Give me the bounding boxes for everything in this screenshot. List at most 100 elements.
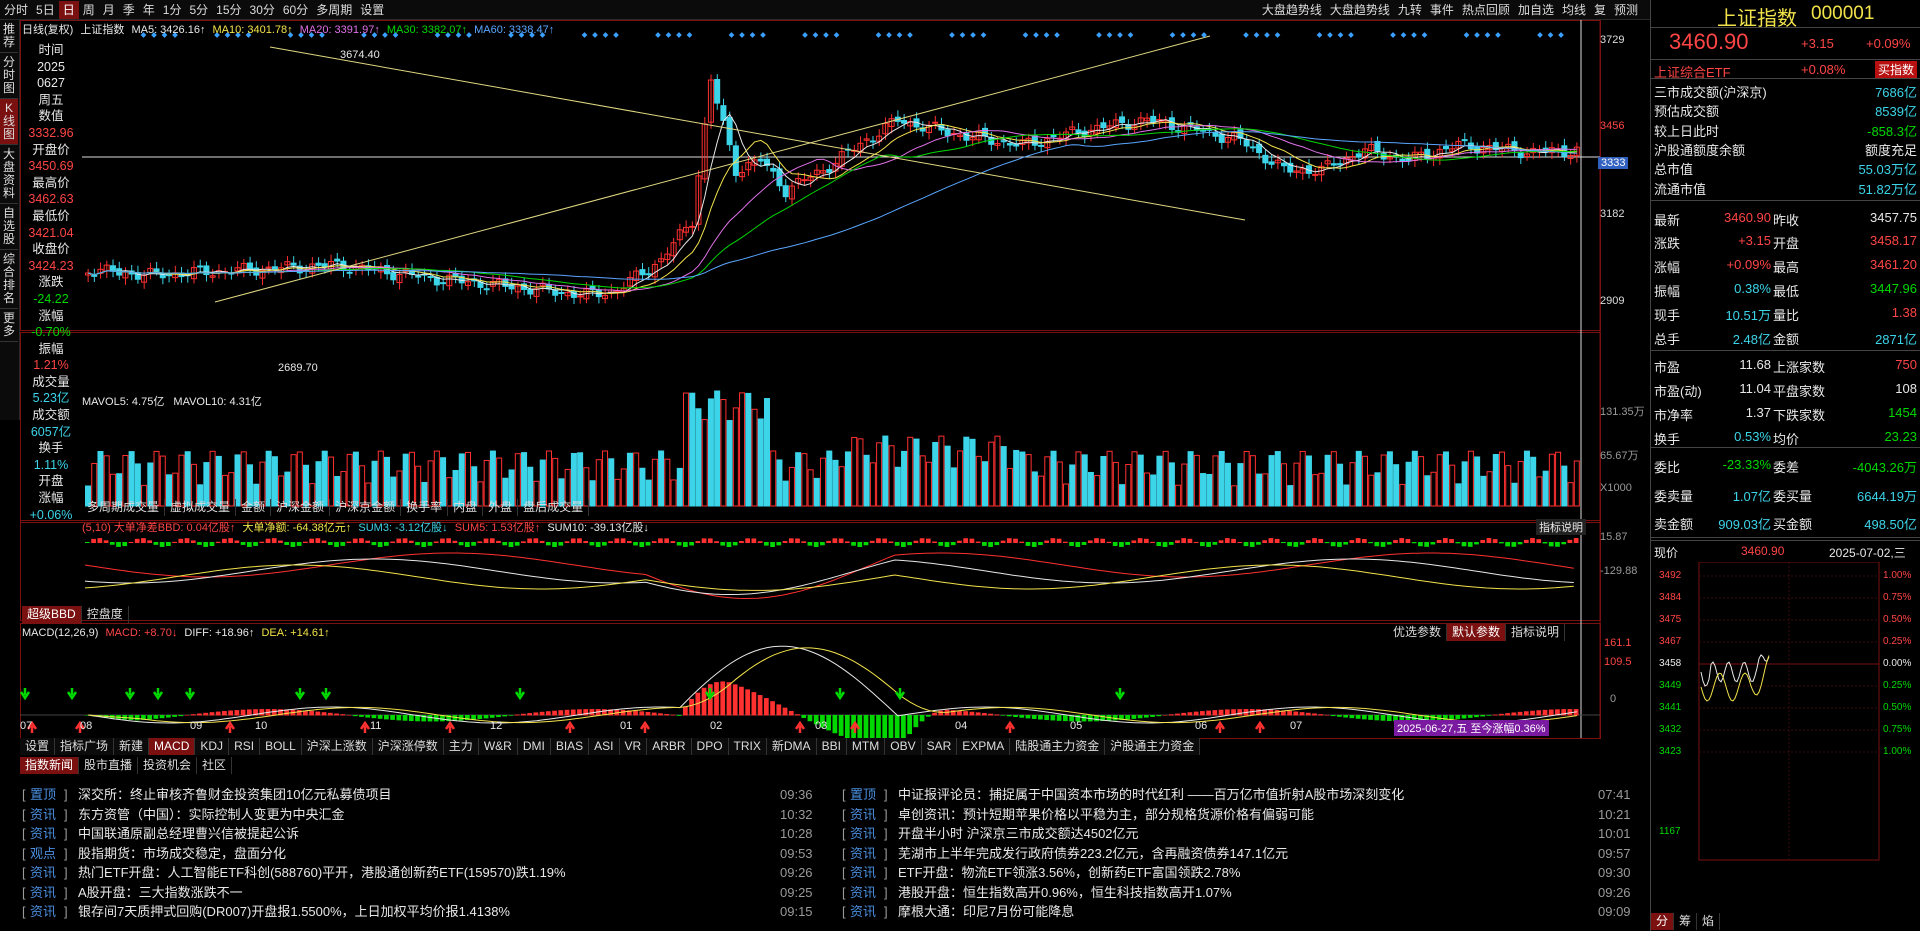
news-title[interactable]: 股指期货：市场成交稳定，盘面分化 <box>78 844 286 864</box>
left-nav-item[interactable]: 自选股 <box>0 204 18 250</box>
toolbar-button[interactable]: 均线 <box>1558 1 1590 19</box>
left-nav-item[interactable]: 更多 <box>0 309 18 342</box>
bbd-tab[interactable]: 超级BBD <box>22 606 82 623</box>
indicator-tab[interactable]: MTM <box>847 738 886 755</box>
period-tab[interactable]: 30分 <box>246 1 279 19</box>
volume-tab[interactable]: 虚拟成交量 <box>165 499 237 516</box>
volume-tab[interactable]: 沪深金额 <box>271 499 331 516</box>
news-title[interactable]: ETF开盘：物流ETF领涨3.56%，创新药ETF富国领跌2.78% <box>898 863 1240 883</box>
indicator-tab[interactable]: 沪股通主力资金 <box>1105 738 1201 755</box>
etf-row[interactable]: 上证综合ETF +0.08% 买指数 <box>1651 59 1920 81</box>
toolbar-button[interactable]: 复 <box>1590 1 1610 19</box>
indicator-tab[interactable]: OBV <box>885 738 922 755</box>
period-tab[interactable]: 15分 <box>212 1 245 19</box>
volume-tab[interactable]: 沪深京金额 <box>330 499 402 516</box>
news-title[interactable]: 中证报评论员：捕捉属于中国资本市场的时代红利 ——百万亿市值折射A股市场深刻变化 <box>898 785 1404 805</box>
volume-tab[interactable]: 内盘 <box>448 499 484 516</box>
indicator-tab[interactable]: SAR <box>922 738 958 755</box>
period-tab[interactable]: 月 <box>99 1 119 19</box>
period-tab[interactable]: 日 <box>58 0 79 19</box>
indicator-tab[interactable]: 沪深涨停数 <box>373 738 444 755</box>
bbd-help-button[interactable]: 指标说明 <box>1536 519 1586 535</box>
etf-name[interactable]: 上证综合ETF <box>1654 62 1731 81</box>
indicator-tab[interactable]: 新DMA <box>767 738 817 755</box>
news-item[interactable]: 资讯 [] 摩根大通：印尼7月份可能降息 09:09 <box>842 902 1648 922</box>
indicator-tab[interactable]: BBI <box>817 738 847 755</box>
news-title[interactable]: 摩根大通：印尼7月份可能降息 <box>898 902 1074 922</box>
volume-tab[interactable]: 换手率 <box>401 499 449 516</box>
mini-tab[interactable]: 焰 <box>1697 913 1721 930</box>
indicator-tab[interactable]: TRIX <box>729 738 767 755</box>
indicator-tab[interactable]: DPO <box>692 738 729 755</box>
period-tab[interactable]: 60分 <box>279 1 312 19</box>
news-item[interactable]: 资讯 [] 银存间7天质押式回购(DR007)开盘报1.5500%，上日加权平均价报… <box>22 902 830 922</box>
trend-line[interactable] <box>214 35 1211 303</box>
indicator-tab[interactable]: 新建 <box>114 738 150 755</box>
macd-button[interactable]: 指标说明 <box>1506 624 1566 641</box>
news-item[interactable]: 资讯[] 卓创资讯：预计短期苹果价格以平稳为主，部分规格货源价格有偏弱可能 10:2… <box>842 805 1648 825</box>
news-item[interactable]: 置顶 [] 深交所：终止审核齐鲁财金投资集团10亿元私募债项目 09:36 <box>22 785 830 805</box>
news-item[interactable]: 资讯 [] 热门ETF开盘：人工智能ETF科创(588760)平开，港股通创新药ET… <box>22 863 830 883</box>
toolbar-button[interactable]: 加自选 <box>1514 1 1558 19</box>
news-tab[interactable]: 股市直播 <box>79 757 139 774</box>
indicator-tab[interactable]: 沪深上涨数 <box>302 738 373 755</box>
left-nav-item[interactable]: K线图 <box>0 99 18 145</box>
indicator-tab[interactable]: MACD <box>149 738 196 755</box>
indicator-tab[interactable]: W&R <box>479 738 518 755</box>
indicator-tab[interactable]: BOLL <box>260 738 302 755</box>
news-item[interactable]: 资讯 [] ETF开盘：物流ETF领涨3.56%，创新药ETF富国领跌2.78% 09… <box>842 863 1648 883</box>
news-item[interactable]: 资讯[] 港股开盘：恒生指数高开0.96%，恒生科技指数高开1.07% 09:26 <box>842 883 1648 903</box>
volume-tab[interactable]: 金额 <box>236 499 272 516</box>
period-tab[interactable]: 周 <box>79 1 99 19</box>
period-tab[interactable]: 设置 <box>356 1 388 19</box>
news-title[interactable]: 中国联通原副总经理曹兴信被提起公诉 <box>78 824 299 844</box>
indicator-tab[interactable]: KDJ <box>195 738 230 755</box>
period-tab[interactable]: 5分 <box>185 1 212 19</box>
indicator-tab[interactable]: ASI <box>589 738 620 755</box>
news-item[interactable]: 资讯[] 芜湖市上半年完成发行政府债券223.2亿元，含再融资债券147.1亿元 0… <box>842 844 1648 864</box>
news-item[interactable]: 资讯[] 东方资管（中国）：实际控制人变更为中央汇金 10:32 <box>22 805 830 825</box>
news-item[interactable]: 资讯[] A股开盘：三大指数涨跌不一 09:25 <box>22 883 830 903</box>
period-tab[interactable]: 1分 <box>159 1 186 19</box>
news-title[interactable]: 港股开盘：恒生指数高开0.96%，恒生科技指数高开1.07% <box>898 883 1232 903</box>
period-tab[interactable]: 年 <box>139 1 159 19</box>
news-tab[interactable]: 指数新闻 <box>20 757 80 774</box>
period-tab[interactable]: 5日 <box>32 1 59 19</box>
news-title[interactable]: 银存间7天质押式回购(DR007)开盘报1.5500%，上日加权平均价报1.41… <box>78 902 510 922</box>
period-tab[interactable]: 分时 <box>0 1 32 19</box>
news-title[interactable]: 东方资管（中国）：实际控制人变更为中央汇金 <box>78 805 345 825</box>
mini-tab[interactable]: 分 <box>1651 913 1675 930</box>
indicator-tab[interactable]: RSI <box>229 738 261 755</box>
left-nav-item[interactable]: 综合排名 <box>0 250 18 309</box>
news-title[interactable]: 热门ETF开盘：人工智能ETF科创(588760)平开，港股通创新药ETF(15… <box>78 863 566 883</box>
bbd-tab[interactable]: 控盘度 <box>82 606 129 623</box>
indicator-tab[interactable]: 设置 <box>20 738 56 755</box>
toolbar-button[interactable]: 大盘趋势线 <box>1326 1 1394 19</box>
volume-tab[interactable]: 多周期成交量 <box>82 499 166 516</box>
macd-button[interactable]: 优选参数 <box>1388 624 1448 641</box>
news-tab[interactable]: 社区 <box>197 757 233 774</box>
buy-index-button[interactable]: 买指数 <box>1875 61 1918 78</box>
news-item[interactable]: 置顶 [] 中证报评论员：捕捉属于中国资本市场的时代红利 ——百万亿市值折射A股市场… <box>842 785 1648 805</box>
macd-button[interactable]: 默认参数 <box>1447 624 1507 641</box>
period-tab[interactable]: 多周期 <box>312 1 356 19</box>
intraday-mini-chart[interactable] <box>1651 562 1920 912</box>
news-title[interactable]: 卓创资讯：预计短期苹果价格以平稳为主，部分规格货源价格有偏弱可能 <box>898 805 1314 825</box>
toolbar-button[interactable]: 热点回顾 <box>1458 1 1514 19</box>
indicator-tab[interactable]: 主力 <box>444 738 479 755</box>
left-nav-item[interactable]: 大盘资料 <box>0 145 18 204</box>
indicator-tab[interactable]: 陆股通主力资金 <box>1010 738 1106 755</box>
volume-tab[interactable]: 盘后成交量 <box>518 499 590 516</box>
news-item[interactable]: 资讯 [] 开盘半小时 沪深京三市成交额达4502亿元 10:01 <box>842 824 1648 844</box>
indicator-tab[interactable]: BIAS <box>551 738 590 755</box>
indicator-tab[interactable]: VR <box>620 738 648 755</box>
toolbar-button[interactable]: 九转 <box>1394 1 1426 19</box>
toolbar-button[interactable]: 事件 <box>1426 1 1458 19</box>
indicator-tab[interactable]: EXPMA <box>957 738 1011 755</box>
news-item[interactable]: 资讯 [] 中国联通原副总经理曹兴信被提起公诉 10:28 <box>22 824 830 844</box>
period-tab[interactable]: 季 <box>119 1 139 19</box>
left-nav-item[interactable]: 推荐 <box>0 20 18 53</box>
news-title[interactable]: A股开盘：三大指数涨跌不一 <box>78 883 243 903</box>
news-item[interactable]: 观点[] 股指期货：市场成交稳定，盘面分化 09:53 <box>22 844 830 864</box>
news-title[interactable]: 深交所：终止审核齐鲁财金投资集团10亿元私募债项目 <box>78 785 391 805</box>
